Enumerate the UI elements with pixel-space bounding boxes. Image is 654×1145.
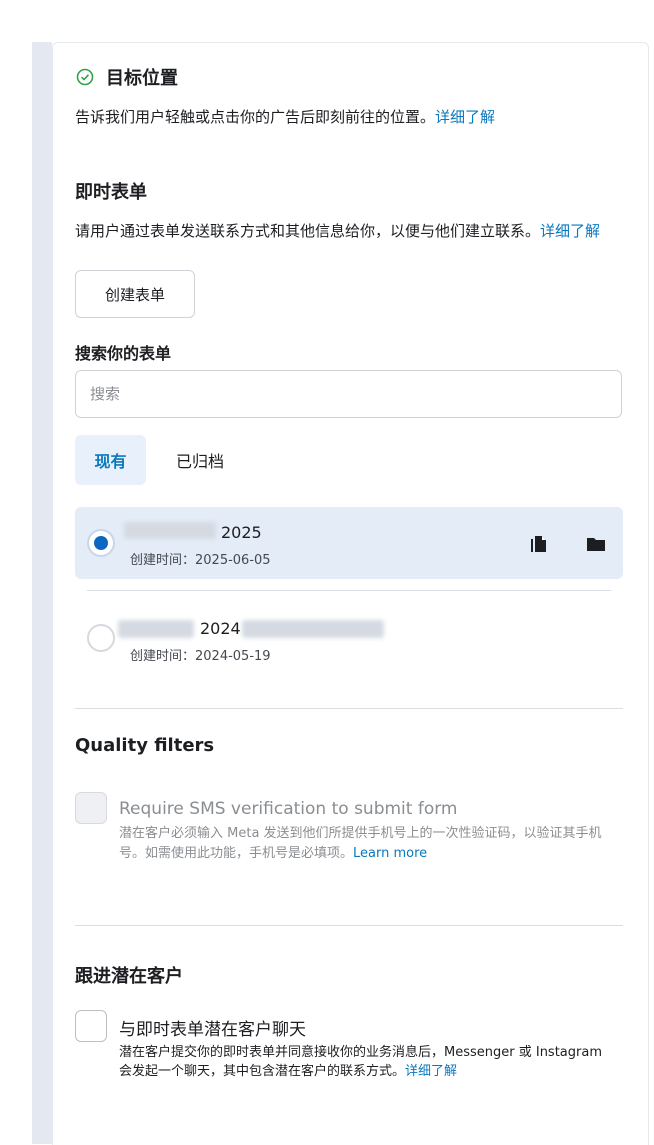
sms-verification-title: Require SMS verification to submit form <box>119 799 458 819</box>
instant-form-description: 请用户通过表单发送联系方式和其他信息给你，以便与他们建立联系。详细了解 <box>75 222 601 240</box>
form-created-date: 创建时间：2025-06-05 <box>130 553 271 568</box>
instant-form-title: 即时表单 <box>75 182 147 203</box>
form-radio-selected[interactable] <box>87 529 115 557</box>
quality-filters-title: Quality filters <box>75 735 215 756</box>
form-name: 2025 <box>221 523 262 542</box>
instant-form-learn-more-link[interactable]: 详细了解 <box>540 222 600 240</box>
left-panel-strip <box>32 42 52 1144</box>
form-name: 2024 <box>200 619 241 638</box>
redacted-form-name <box>124 522 216 539</box>
sms-verification-description: 潜在客户必须输入 Meta 发送到他们所提供手机号上的一次性验证码，以验证其手机… <box>119 826 602 861</box>
follow-up-title: 跟进潜在客户 <box>75 966 183 987</box>
redacted-form-name-prefix <box>118 620 194 638</box>
destination-description: 告诉我们用户轻触或点击你的广告后即刻前往的位置。详细了解 <box>75 108 496 126</box>
destination-title: 目标位置 <box>106 68 178 89</box>
duplicate-icon[interactable] <box>528 533 550 555</box>
section-divider <box>75 925 623 926</box>
search-forms-label: 搜索你的表单 <box>75 344 172 363</box>
quality-learn-more-link[interactable]: Learn more <box>353 846 427 861</box>
create-form-button[interactable]: 创建表单 <box>75 270 195 318</box>
section-divider <box>75 708 623 709</box>
form-radio-unselected[interactable] <box>87 624 115 652</box>
lead-chat-description: 潜在客户提交你的即时表单并同意接收你的业务消息后，Messenger 或 Ins… <box>119 1045 602 1079</box>
tab-archived[interactable]: 已归档 <box>160 435 240 485</box>
row-divider <box>87 590 611 591</box>
follow-up-learn-more-link[interactable]: 详细了解 <box>405 1064 457 1079</box>
form-created-date: 创建时间：2024-05-19 <box>130 649 271 664</box>
tab-existing[interactable]: 现有 <box>75 435 146 485</box>
lead-chat-title: 与即时表单潜在客户聊天 <box>119 1020 306 1040</box>
search-input[interactable]: 搜索 <box>75 370 622 418</box>
redacted-form-name-suffix <box>242 620 384 638</box>
check-circle-icon <box>76 68 94 86</box>
lead-chat-checkbox[interactable] <box>75 1010 107 1042</box>
destination-learn-more-link[interactable]: 详细了解 <box>435 108 495 126</box>
archive-folder-icon[interactable] <box>585 533 607 555</box>
sms-verification-checkbox[interactable] <box>75 792 107 824</box>
